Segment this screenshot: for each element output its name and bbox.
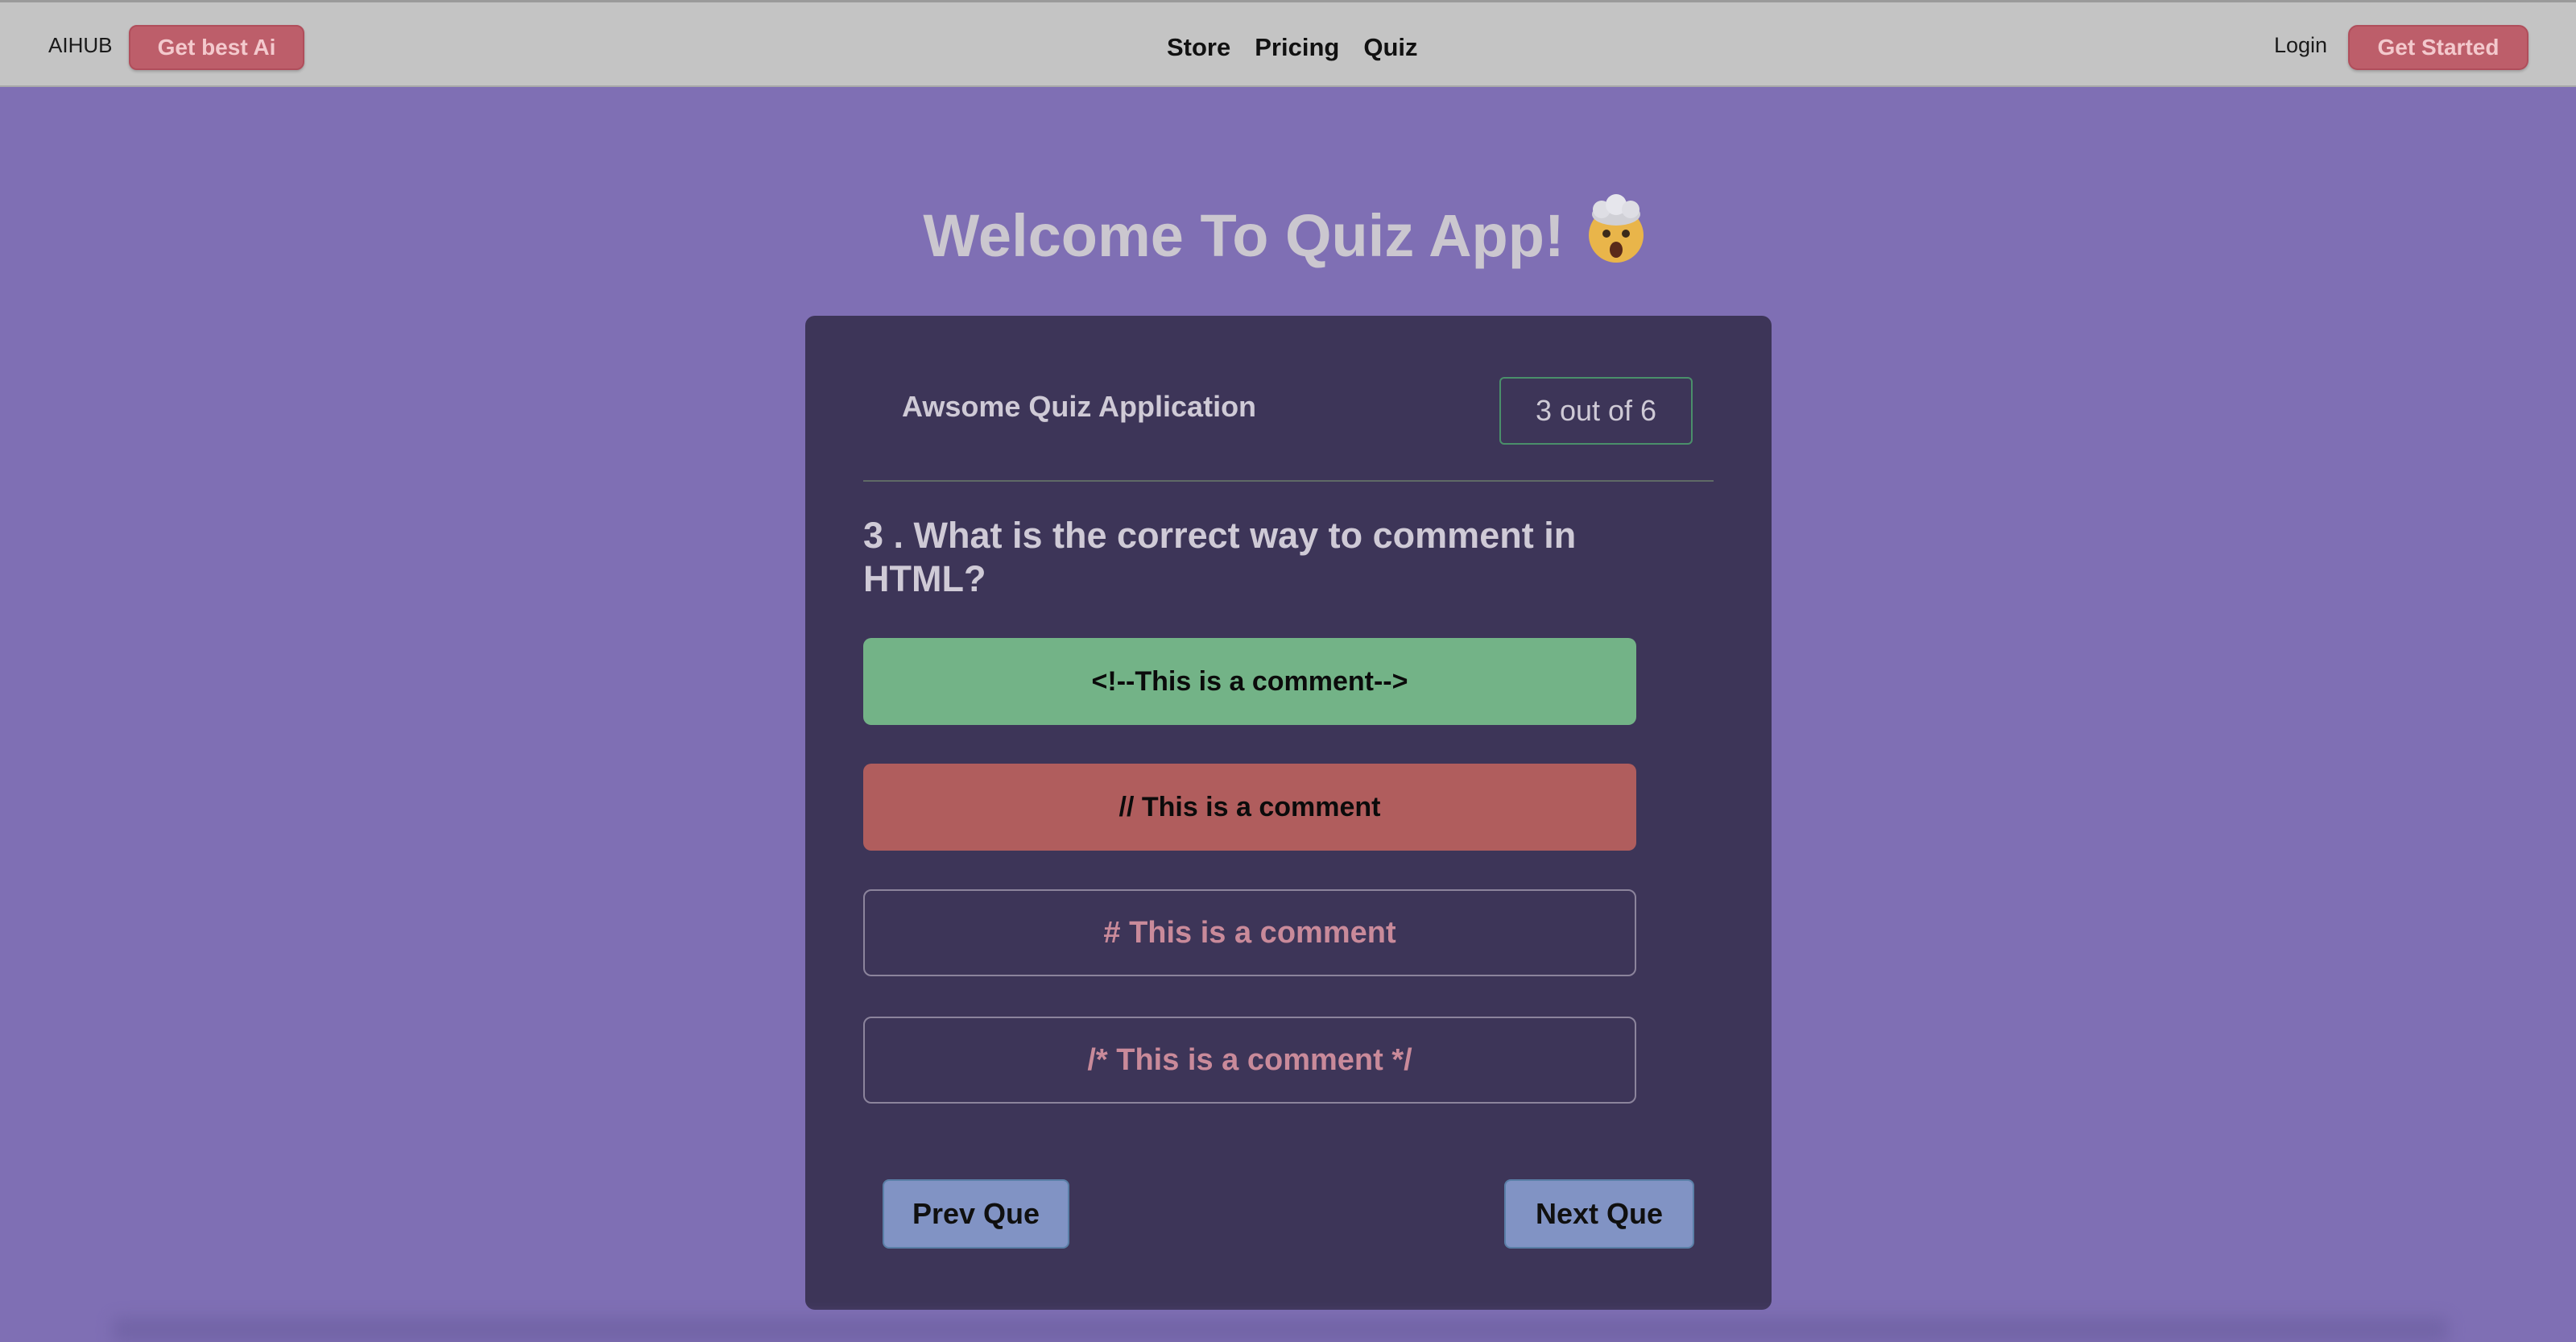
welcome-heading: Welcome To Quiz App!: [0, 193, 2576, 288]
nav-link-store[interactable]: Store: [1167, 31, 1230, 64]
question-text: 3 . What is the correct way to comment i…: [863, 515, 1577, 599]
divider: [863, 480, 1714, 482]
get-started-button[interactable]: Get Started: [2348, 25, 2528, 70]
answer-option-correct[interactable]: <!--This is a comment-->: [863, 638, 1636, 725]
quiz-app-title: Awsome Quiz Application: [902, 390, 1257, 423]
answer-option[interactable]: # This is a comment: [863, 889, 1636, 976]
quiz-card: Awsome Quiz Application 3 out of 6 3 . W…: [805, 316, 1772, 1310]
nav-links: Store Pricing Quiz: [1167, 31, 1418, 64]
answer-option[interactable]: /* This is a comment */: [863, 1017, 1636, 1104]
nav-link-pricing[interactable]: Pricing: [1255, 31, 1339, 64]
question-counter-badge: 3 out of 6: [1499, 377, 1693, 445]
nav-link-quiz[interactable]: Quiz: [1363, 31, 1417, 64]
brand-logo[interactable]: AIHUB: [48, 33, 112, 58]
answer-option-wrong[interactable]: // This is a comment: [863, 764, 1636, 851]
top-navbar: AIHUB Get best Ai Store Pricing Quiz Log…: [0, 0, 2576, 87]
exploding-head-icon: [1579, 190, 1653, 284]
login-link[interactable]: Login: [2274, 33, 2327, 58]
prev-question-button[interactable]: Prev Que: [883, 1179, 1069, 1249]
welcome-text: Welcome To Quiz App!: [923, 202, 1565, 270]
next-question-button[interactable]: Next Que: [1504, 1179, 1694, 1249]
get-best-ai-button[interactable]: Get best Ai: [129, 25, 304, 70]
footer-shadow: [113, 1318, 2448, 1342]
